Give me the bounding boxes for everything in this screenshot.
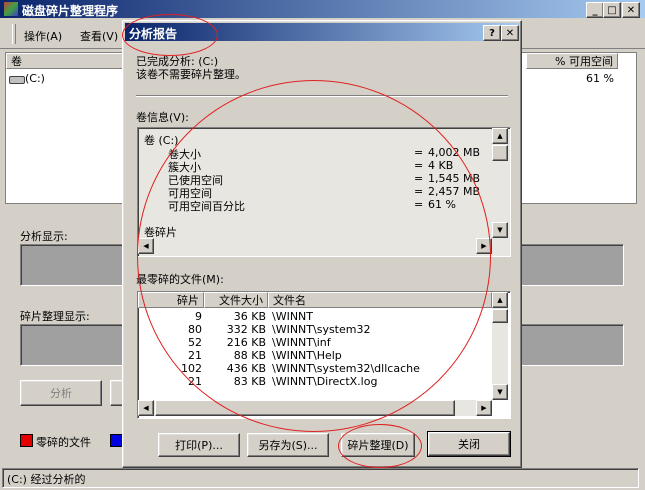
scroll-down-arrow[interactable]: ▼ bbox=[492, 222, 508, 238]
volume-free-pct: 61 % bbox=[586, 72, 614, 85]
scroll-up-arrow[interactable]: ▲ bbox=[492, 292, 508, 308]
menu-view[interactable]: 查看(V) bbox=[80, 28, 118, 44]
scroll-up-arrow[interactable]: ▲ bbox=[492, 128, 508, 144]
menu-grip bbox=[12, 24, 16, 44]
scroll-thumb[interactable] bbox=[492, 309, 508, 323]
volume-info-heading: 卷 (C:) bbox=[144, 134, 179, 147]
scroll-right-arrow[interactable]: ▶ bbox=[476, 400, 492, 416]
status-bar: (C:) 经过分析的 bbox=[2, 468, 639, 488]
col-free-pct[interactable]: % 可用空间 bbox=[526, 53, 618, 69]
volume-info-label: 卷信息(V): bbox=[136, 111, 189, 124]
no-defrag-needed-text: 该卷不需要碎片整理。 bbox=[136, 68, 246, 81]
legend-fragmented-label: 零碎的文件 bbox=[36, 436, 91, 449]
dialog-help-button[interactable]: ? bbox=[483, 25, 501, 41]
status-text: (C:) 经过分析的 bbox=[7, 473, 86, 486]
close-button[interactable]: ✕ bbox=[622, 2, 640, 18]
minimize-button[interactable]: _ bbox=[586, 2, 604, 18]
dialog-close-button[interactable]: ✕ bbox=[501, 25, 519, 41]
maximize-button[interactable]: □ bbox=[603, 2, 621, 18]
annotation-circle-title bbox=[122, 14, 218, 56]
scroll-left-arrow[interactable]: ◀ bbox=[138, 400, 154, 416]
analyze-button[interactable]: 分析 bbox=[20, 380, 102, 406]
drive-icon bbox=[9, 76, 25, 84]
defrag-display-label: 碎片整理显示: bbox=[20, 310, 90, 323]
annotation-circle-report bbox=[137, 80, 491, 432]
save-as-button[interactable]: 另存为(S)... bbox=[247, 433, 329, 457]
annotation-circle-defrag bbox=[338, 424, 422, 468]
menu-action[interactable]: 操作(A) bbox=[24, 28, 62, 44]
info-vscroll[interactable]: ▲ ▼ bbox=[492, 128, 508, 238]
print-button[interactable]: 打印(P)... bbox=[158, 433, 240, 457]
col-volume[interactable]: 卷 bbox=[6, 53, 126, 69]
scroll-down-arrow[interactable]: ▼ bbox=[492, 384, 508, 400]
main-title-bar[interactable]: 磁盘碎片整理程序 _ □ ✕ bbox=[0, 0, 645, 18]
files-vscroll[interactable]: ▲ ▼ bbox=[492, 292, 508, 400]
legend: 零碎的文件 bbox=[16, 430, 131, 450]
main-title: 磁盘碎片整理程序 bbox=[22, 4, 119, 18]
scroll-thumb[interactable] bbox=[492, 145, 508, 161]
volume-name: (C:) bbox=[25, 72, 45, 85]
analysis-display-label: 分析显示: bbox=[20, 230, 68, 243]
app-icon bbox=[4, 2, 18, 16]
legend-fragmented-swatch bbox=[20, 434, 33, 447]
close-dialog-button[interactable]: 关闭 bbox=[427, 431, 511, 457]
